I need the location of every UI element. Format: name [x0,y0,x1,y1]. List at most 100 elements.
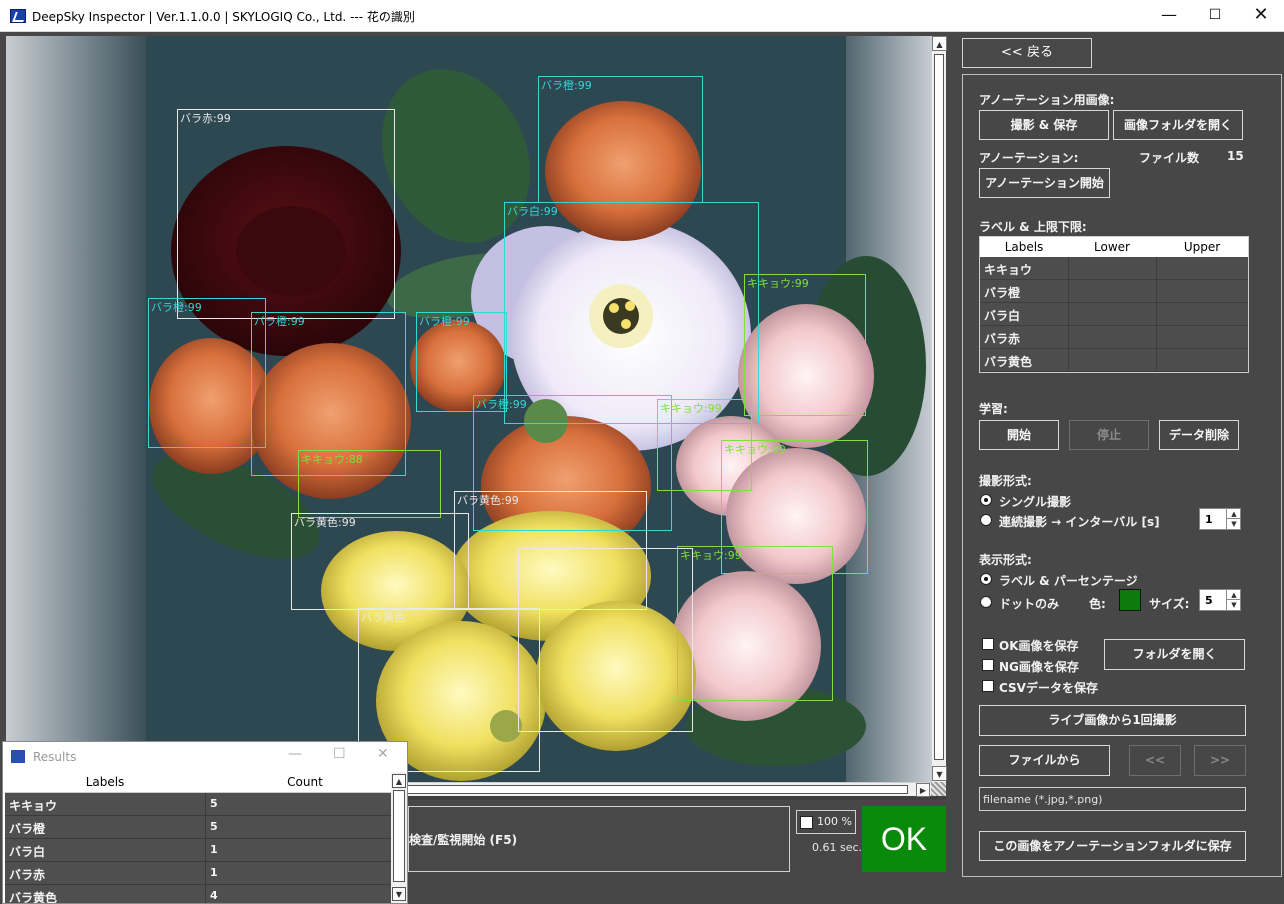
detection-label: バラ白:99 [507,205,558,218]
save-csv-checkbox[interactable] [982,680,994,692]
label-percentage-label: ラベル & パーセンテージ [999,574,1138,588]
table-row[interactable]: バラ白 1 [5,839,391,862]
row-count: 1 [210,866,218,879]
continuous-capture-label: 連続撮影 → インターバル [s] [999,515,1160,529]
single-capture-label: シングル撮影 [999,495,1072,509]
start-annotation-button[interactable]: アノーテーション開始 [979,168,1110,198]
stepper-down-icon[interactable]: ▼ [1226,519,1241,529]
table-row[interactable]: バラ橙 [980,280,1248,303]
table-row[interactable]: キキョウ 5 [5,793,391,816]
row-label: バラ白 [9,845,46,859]
checkbox-icon[interactable] [800,816,813,829]
table-row[interactable]: バラ赤 [980,326,1248,349]
stepper-down-icon[interactable]: ▼ [1226,600,1241,610]
column-header-upper[interactable]: Upper [1156,240,1248,254]
learn-stop-button[interactable]: 停止 [1069,420,1149,450]
row-count: 1 [210,843,218,856]
detection-box [518,548,693,732]
viewer-vertical-scrollbar[interactable]: ▲ ▼ [931,36,947,782]
stepper-up-icon[interactable]: ▲ [1226,590,1241,600]
column-header-lower[interactable]: Lower [1068,240,1156,254]
maximize-icon[interactable]: ☐ [333,746,346,762]
table-row[interactable]: キキョウ [980,257,1248,280]
interval-value: 1 [1205,513,1213,526]
detection-label: バラ橙:99 [254,315,305,328]
app-logo-icon [10,9,26,23]
dots-only-radio[interactable] [980,596,992,608]
save-ok-label: OK画像を保存 [999,639,1079,653]
column-header-count[interactable]: Count [205,775,391,789]
scroll-right-icon[interactable]: ▶ [916,783,930,797]
detection-label: キキョウ:88 [301,453,363,466]
app-window: DeepSky Inspector | Ver.1.1.0.0 | SKYLOG… [0,0,1284,904]
save-ok-checkbox[interactable] [982,638,994,650]
scroll-up-icon[interactable]: ▲ [392,774,406,788]
app-logo-icon [11,750,25,763]
close-icon[interactable]: ✕ [377,746,389,762]
stepper-up-icon[interactable]: ▲ [1226,509,1241,519]
dot-color-swatch[interactable] [1119,589,1141,611]
row-label: キキョウ [9,799,58,813]
detection-box: キキョウ:99 [744,274,866,416]
maximize-button[interactable]: ☐ [1192,0,1238,32]
scroll-down-icon[interactable]: ▼ [932,766,947,781]
scroll-up-icon[interactable]: ▲ [932,36,947,51]
size-stepper[interactable]: 5 ▲ ▼ [1199,589,1241,611]
save-ng-checkbox[interactable] [982,659,994,671]
single-capture-radio[interactable] [980,494,992,506]
open-image-folder-button[interactable]: 画像フォルダを開く [1113,110,1243,140]
row-count: 5 [210,820,218,833]
live-capture-button[interactable]: ライブ画像から1回撮影 [979,705,1246,736]
resize-grip[interactable] [931,782,946,796]
table-row[interactable]: バラ白 [980,303,1248,326]
open-folder-button[interactable]: フォルダを開く [1104,639,1245,670]
delete-data-button[interactable]: データ削除 [1159,420,1239,450]
interval-stepper[interactable]: 1 ▲ ▼ [1199,508,1241,530]
file-count-label: ファイル数 [1139,151,1200,165]
row-label: バラ黄色 [984,355,1033,369]
minimize-icon[interactable]: — [288,746,302,762]
back-button[interactable]: << 戻る [962,38,1092,68]
table-row[interactable]: バラ赤 1 [5,862,391,885]
detection-label: バラ橙:99 [419,315,470,328]
learn-start-button[interactable]: 開始 [979,420,1059,450]
table-row[interactable]: バラ橙 5 [5,816,391,839]
continuous-capture-radio[interactable] [980,514,992,526]
column-header-labels[interactable]: Labels [5,775,205,789]
detection-box: バラ橙:99 [538,76,703,203]
result-indicator: OK [862,806,946,872]
minimize-button[interactable]: — [1146,0,1192,32]
scroll-thumb[interactable] [393,790,405,882]
save-to-annotation-folder-button[interactable]: この画像をアノーテーションフォルダに保存 [979,831,1246,861]
results-scrollbar[interactable]: ▲ ▼ [391,772,407,903]
previous-image-button[interactable]: << [1129,745,1181,776]
from-file-button[interactable]: ファイルから [979,745,1110,776]
detection-box: キキョウ:88 [298,450,441,518]
inspection-image: バラ赤:99 バラ橙:99 バラ白:99 バラ橙:99 バラ橙:99 バラ橙:9… [6,36,931,782]
annotation-images-heading: アノーテーション用画像: [979,93,1115,107]
detection-label: バラ黄色:99 [294,516,356,529]
label-percentage-radio[interactable] [980,573,992,585]
row-label: バラ赤 [9,868,46,882]
percent-checkbox[interactable]: 100 % [796,810,856,834]
table-row[interactable]: バラ黄色 4 [5,885,391,903]
start-inspection-button[interactable]: 検査/監視開始 (F5) [408,806,790,872]
row-label: バラ橙 [984,286,1021,300]
scroll-down-icon[interactable]: ▼ [392,887,406,901]
color-label: 色: [1089,597,1106,611]
row-count: 5 [210,797,218,810]
results-table: Labels Count キキョウ 5 バラ橙 5 バラ白 1 バラ赤 1 バラ… [5,772,391,903]
table-row[interactable]: バラ黄色 [980,349,1248,372]
row-label: バラ赤 [984,332,1021,346]
detection-box: バラ黄色:99 [291,513,469,610]
next-image-button[interactable]: >> [1194,745,1246,776]
display-mode-heading: 表示形式: [979,553,1032,567]
capture-save-button[interactable]: 撮影 & 保存 [979,110,1109,140]
filename-field[interactable]: filename (*.jpg,*.png) [979,787,1246,811]
detection-label: バラ橙:99 [541,79,592,92]
column-header-labels[interactable]: Labels [980,240,1068,254]
close-button[interactable]: ✕ [1238,0,1284,32]
label-limits-heading: ラベル & 上限下限: [979,220,1087,234]
size-value: 5 [1205,594,1213,607]
scroll-thumb[interactable] [934,54,944,760]
